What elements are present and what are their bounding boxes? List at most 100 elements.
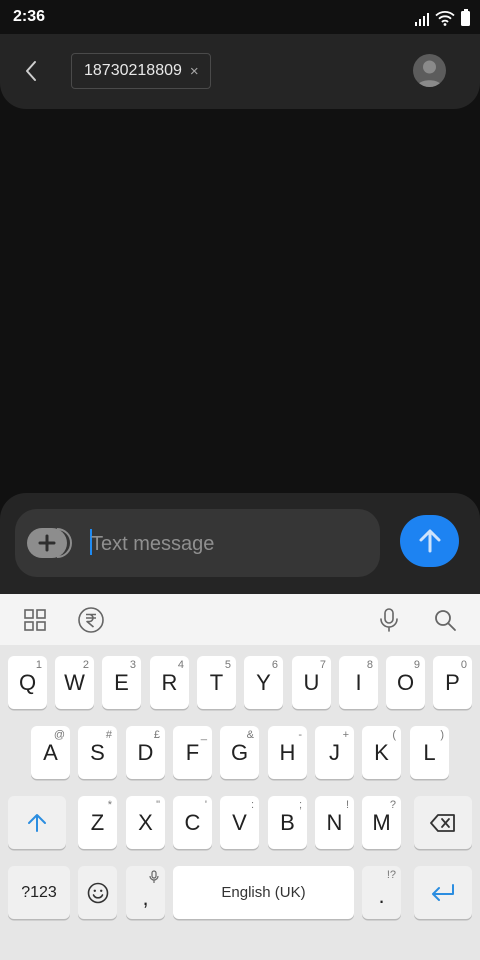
key-label: A xyxy=(43,739,58,765)
shift-key[interactable] xyxy=(8,796,66,849)
shift-arrow-icon xyxy=(28,813,46,832)
plus-attach-icon xyxy=(27,528,72,558)
grid-icon xyxy=(24,609,46,631)
key-hint: 2 xyxy=(82,659,89,671)
key-u[interactable]: U7 xyxy=(292,656,331,709)
key-hint: 0 xyxy=(460,659,467,671)
status-icons xyxy=(414,8,470,26)
key-label: P xyxy=(445,669,460,695)
key-label: T xyxy=(209,669,224,695)
comma-key[interactable]: , xyxy=(126,866,165,919)
key-f[interactable]: F _ xyxy=(173,726,212,779)
key-hint: !? xyxy=(386,869,396,881)
key-label: O xyxy=(396,669,415,695)
key-w[interactable]: W2 xyxy=(55,656,94,709)
key-hint: @ xyxy=(53,729,65,741)
key-c[interactable]: C ' xyxy=(173,796,212,849)
enter-icon xyxy=(432,883,454,901)
key-hint: 3 xyxy=(129,659,136,671)
key-hint: 5 xyxy=(224,659,231,671)
key-n[interactable]: N! xyxy=(315,796,354,849)
search-icon xyxy=(435,610,456,631)
key-x[interactable]: X " xyxy=(126,796,165,849)
key-hint: 7 xyxy=(319,659,326,671)
key-label: Q xyxy=(18,669,37,695)
key-o[interactable]: O9 xyxy=(386,656,425,709)
space-bar[interactable]: English (UK) xyxy=(173,866,354,919)
message-input[interactable] xyxy=(91,529,371,559)
key-label: B xyxy=(280,809,295,835)
key-t[interactable]: T5 xyxy=(197,656,236,709)
battery-icon xyxy=(461,9,470,26)
backspace-icon xyxy=(430,813,455,832)
emoji-key[interactable] xyxy=(78,866,117,919)
send-button[interactable] xyxy=(400,515,459,567)
key-q[interactable]: Q1 xyxy=(8,656,47,709)
contact-avatar[interactable] xyxy=(413,54,446,87)
key-h[interactable]: H- xyxy=(268,726,307,779)
attach-button[interactable] xyxy=(27,526,73,560)
key-e[interactable]: E3 xyxy=(102,656,141,709)
key-hint: # xyxy=(105,729,112,741)
microphone-hint-icon xyxy=(149,870,159,883)
key-label: Y xyxy=(256,669,271,695)
person-icon xyxy=(417,60,442,87)
key-hint: " xyxy=(156,799,160,811)
key-label: D xyxy=(137,739,154,765)
enter-key[interactable] xyxy=(414,866,472,919)
payment-button[interactable] xyxy=(76,605,106,635)
key-label: L xyxy=(423,739,436,765)
key-k[interactable]: K( xyxy=(362,726,401,779)
key-s[interactable]: S # xyxy=(78,726,117,779)
conversation-header: 18730218809 × xyxy=(0,34,480,109)
back-button[interactable] xyxy=(16,54,46,88)
key-j[interactable]: J + xyxy=(315,726,354,779)
rupee-icon xyxy=(78,607,104,633)
key-label: M xyxy=(372,809,391,835)
key-label: I xyxy=(355,669,362,695)
key-p[interactable]: P0 xyxy=(433,656,472,709)
key-m[interactable]: M? xyxy=(362,796,401,849)
key-l[interactable]: L) xyxy=(410,726,449,779)
key-hint: ? xyxy=(389,799,396,811)
apps-grid-button[interactable] xyxy=(20,605,50,635)
microphone-icon xyxy=(380,608,398,632)
key-label: G xyxy=(230,739,249,765)
key-y[interactable]: Y6 xyxy=(244,656,283,709)
key-a[interactable]: A @ xyxy=(31,726,70,779)
message-input-container[interactable] xyxy=(15,509,380,577)
key-hint: + xyxy=(342,729,349,741)
key-hint: ! xyxy=(345,799,349,811)
key-hint: ; xyxy=(298,799,302,811)
keyboard-toolbar xyxy=(0,594,480,645)
key-g[interactable]: G & xyxy=(220,726,259,779)
signal-icon xyxy=(414,12,429,26)
key-label: Z xyxy=(90,809,105,835)
key-r[interactable]: R4 xyxy=(150,656,189,709)
status-time: 2:36 xyxy=(13,8,46,25)
key-label: , xyxy=(142,884,149,910)
key-hint: ' xyxy=(204,799,207,811)
key-label: N xyxy=(326,809,343,835)
voice-input-button[interactable] xyxy=(374,605,404,635)
key-d[interactable]: D £ xyxy=(126,726,165,779)
key-v[interactable]: V: xyxy=(220,796,259,849)
key-b[interactable]: B; xyxy=(268,796,307,849)
keyboard-search-button[interactable] xyxy=(430,605,460,635)
remove-recipient-icon[interactable]: × xyxy=(190,63,199,80)
key-hint: : xyxy=(250,799,254,811)
symbols-key[interactable]: ?123 xyxy=(8,866,70,919)
emoji-icon xyxy=(87,882,108,903)
recipient-chip[interactable]: 18730218809 × xyxy=(71,53,211,89)
key-hint: ( xyxy=(392,729,396,741)
key-label: . xyxy=(378,882,385,908)
backspace-key[interactable] xyxy=(414,796,472,849)
message-list[interactable] xyxy=(0,110,480,493)
period-key[interactable]: .!? xyxy=(362,866,401,919)
space-bar-label: English (UK) xyxy=(221,884,306,901)
key-hint: 4 xyxy=(177,659,184,671)
key-hint: 8 xyxy=(366,659,373,671)
key-i[interactable]: I8 xyxy=(339,656,378,709)
key-hint: - xyxy=(298,729,302,741)
key-z[interactable]: Z * xyxy=(78,796,117,849)
